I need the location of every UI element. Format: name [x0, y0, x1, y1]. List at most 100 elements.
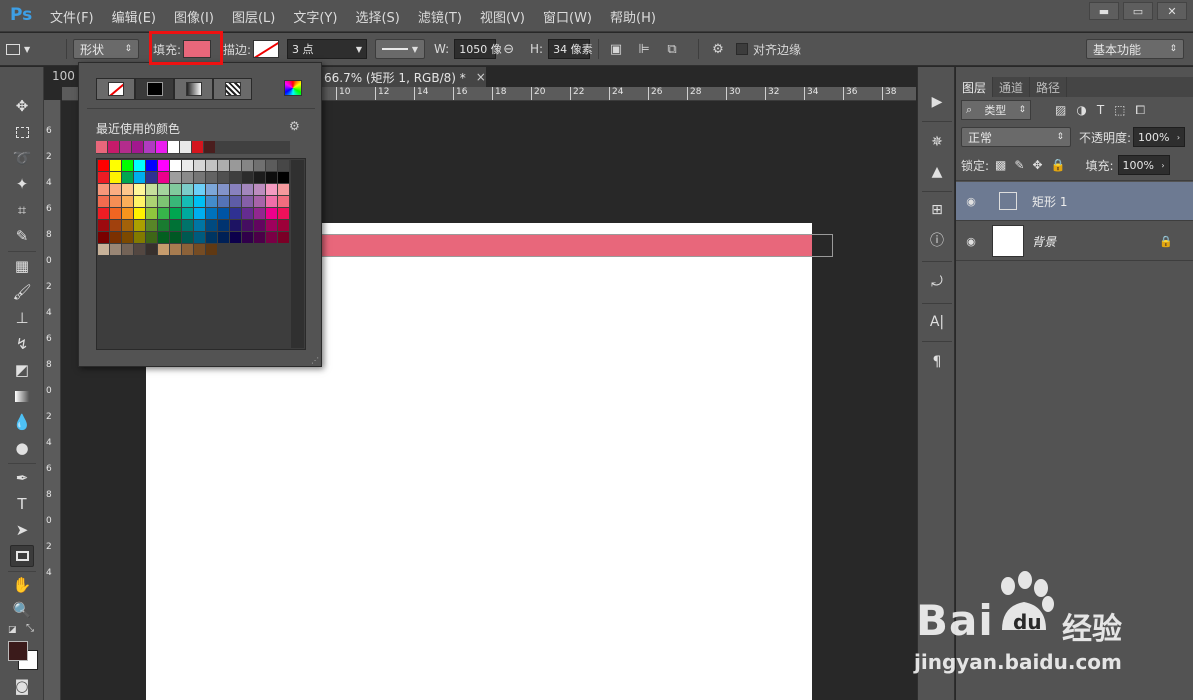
color-swatch[interactable] — [182, 184, 194, 196]
swatches-scrollbar[interactable] — [291, 160, 304, 348]
color-swatch[interactable] — [254, 232, 266, 244]
color-swatch[interactable] — [278, 232, 290, 244]
color-swatch[interactable] — [230, 184, 242, 196]
lock-all-icon[interactable]: 🔒 — [1051, 158, 1066, 172]
history-icon[interactable]: ⤾ — [926, 271, 948, 293]
color-swatch[interactable] — [194, 244, 206, 256]
color-swatch[interactable] — [170, 220, 182, 232]
color-swatch[interactable] — [242, 208, 254, 220]
tab-channels[interactable]: 通道 — [993, 77, 1031, 97]
color-swatch[interactable] — [158, 196, 170, 208]
menu-view[interactable]: 视图(V) — [480, 7, 525, 26]
color-swatch[interactable] — [134, 220, 146, 232]
color-swatch[interactable] — [206, 208, 218, 220]
menu-image[interactable]: 图像(I) — [174, 7, 214, 26]
rectangle-tool-icon[interactable] — [10, 545, 34, 567]
color-swatch[interactable] — [194, 172, 206, 184]
color-swatch[interactable] — [98, 160, 110, 172]
color-swatch[interactable] — [146, 220, 158, 232]
recent-color-swatch[interactable] — [96, 141, 108, 153]
color-swatch[interactable] — [158, 172, 170, 184]
opacity-field[interactable]: 100% › — [1133, 127, 1186, 147]
color-swatch[interactable] — [254, 220, 266, 232]
color-swatch[interactable] — [242, 184, 254, 196]
type-filter-icon[interactable]: T — [1097, 103, 1104, 117]
color-swatch[interactable] — [158, 184, 170, 196]
menu-type[interactable]: 文字(Y) — [293, 7, 337, 26]
color-swatch[interactable] — [122, 160, 134, 172]
color-swatch[interactable] — [206, 220, 218, 232]
color-swatch[interactable] — [170, 184, 182, 196]
info-icon[interactable]: ⓘ — [926, 229, 948, 251]
history-brush-tool-icon[interactable]: ↯ — [10, 333, 34, 355]
pattern-button[interactable] — [213, 78, 252, 100]
recent-color-swatch[interactable] — [252, 141, 264, 153]
color-swatch[interactable] — [278, 160, 290, 172]
color-swatch[interactable] — [170, 160, 182, 172]
color-swatch[interactable] — [146, 184, 158, 196]
color-swatch[interactable] — [242, 196, 254, 208]
color-swatch[interactable] — [98, 232, 110, 244]
gradient-tool-icon[interactable] — [10, 385, 34, 407]
menu-window[interactable]: 窗口(W) — [543, 7, 592, 26]
swap-colors-icon[interactable]: ⤡ — [26, 623, 34, 634]
move-tool-icon[interactable]: ✥ — [10, 95, 34, 117]
recent-color-swatch[interactable] — [204, 141, 216, 153]
menu-help[interactable]: 帮助(H) — [610, 7, 656, 26]
color-swatch[interactable] — [242, 232, 254, 244]
crop-tool-icon[interactable]: ⌗ — [10, 199, 34, 221]
recent-color-swatch[interactable] — [156, 141, 168, 153]
close-button[interactable]: ✕ — [1157, 2, 1187, 20]
color-swatch[interactable] — [218, 208, 230, 220]
color-swatch[interactable] — [206, 172, 218, 184]
color-swatch[interactable] — [146, 208, 158, 220]
gradient-button[interactable] — [174, 78, 213, 100]
color-swatch[interactable] — [194, 232, 206, 244]
color-swatch[interactable] — [158, 160, 170, 172]
color-swatch[interactable] — [266, 196, 278, 208]
menu-filter[interactable]: 滤镜(T) — [418, 7, 462, 26]
recent-color-swatch[interactable] — [264, 141, 276, 153]
color-swatch[interactable] — [266, 172, 278, 184]
path-alignment-icon[interactable]: ⊫ — [634, 39, 654, 59]
lock-transparent-icon[interactable]: ▩ — [995, 158, 1006, 172]
color-swatch[interactable] — [110, 184, 122, 196]
color-swatch[interactable] — [194, 220, 206, 232]
color-swatch[interactable] — [194, 196, 206, 208]
layer-row-shape[interactable]: ◉ 矩形 1 — [956, 182, 1193, 221]
recent-color-swatch[interactable] — [108, 141, 120, 153]
width-field[interactable]: 1050 像 — [454, 39, 502, 59]
color-swatch[interactable] — [98, 184, 110, 196]
brush-presets-icon[interactable]: ✵ — [926, 131, 948, 153]
color-swatch[interactable] — [206, 196, 218, 208]
color-swatch[interactable] — [110, 172, 122, 184]
color-swatch[interactable] — [206, 232, 218, 244]
gear-icon[interactable]: ⚙ — [289, 119, 300, 133]
color-swatch[interactable] — [98, 244, 110, 256]
color-swatch[interactable] — [182, 196, 194, 208]
align-edges-checkbox[interactable] — [736, 43, 748, 55]
paragraph-icon[interactable]: ¶ — [926, 351, 948, 373]
layer-row-background[interactable]: ◉ 背景 🔒 — [956, 222, 1193, 261]
document-tab[interactable]: 66.7% (矩形 1, RGB/8) * × — [318, 67, 486, 87]
brush-tool-icon[interactable]: 🖌 — [10, 281, 34, 303]
resize-grip-icon[interactable]: ⋰ — [311, 356, 319, 365]
color-swatch[interactable] — [266, 160, 278, 172]
tab-close-icon[interactable]: × — [476, 70, 486, 84]
stamp-tool-icon[interactable]: ⊥ — [10, 307, 34, 329]
menu-edit[interactable]: 编辑(E) — [112, 7, 156, 26]
color-swatch[interactable] — [242, 172, 254, 184]
height-field[interactable]: 34 像素 — [548, 39, 593, 59]
color-swatch[interactable] — [278, 196, 290, 208]
stroke-type-select[interactable]: ▼ — [375, 39, 425, 59]
zoom-tool-icon[interactable]: 🔍 — [10, 599, 34, 621]
blur-tool-icon[interactable]: 💧 — [10, 411, 34, 433]
color-swatch[interactable] — [230, 160, 242, 172]
color-swatch[interactable] — [266, 208, 278, 220]
pen-tool-icon[interactable]: ✒ — [10, 467, 34, 489]
color-swatch[interactable] — [134, 208, 146, 220]
marquee-tool-icon[interactable] — [10, 121, 34, 143]
color-swatch[interactable] — [278, 172, 290, 184]
color-swatch[interactable] — [134, 232, 146, 244]
adjustment-filter-icon[interactable]: ◑ — [1076, 103, 1086, 117]
